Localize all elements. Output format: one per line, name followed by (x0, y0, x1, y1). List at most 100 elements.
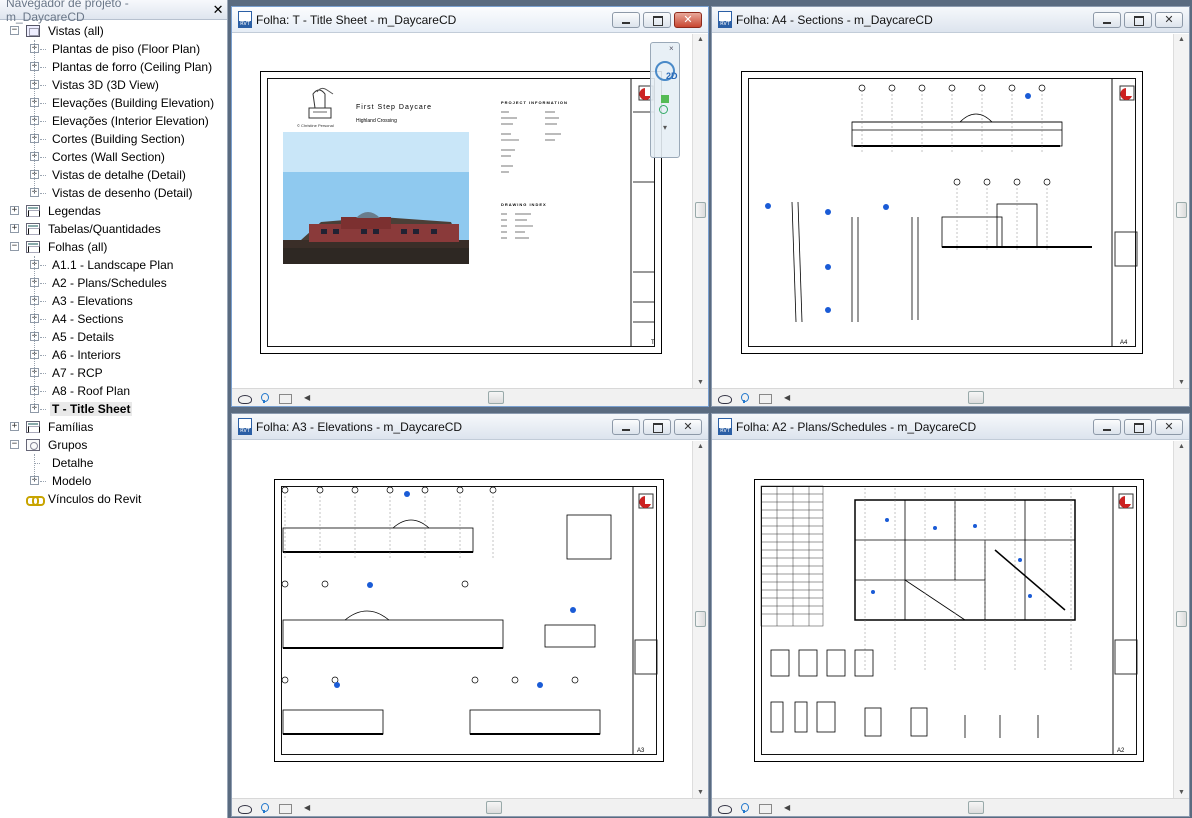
vertical-scroll-thumb[interactable] (695, 202, 706, 218)
collapse-icon[interactable]: − (10, 242, 19, 251)
sun-path-icon[interactable] (738, 802, 752, 814)
window-title: Folha: A2 - Plans/Schedules - m_DaycareC… (736, 419, 977, 434)
expand-icon[interactable]: + (10, 224, 19, 233)
tree-guide (40, 301, 46, 302)
tree-item-label: Vistas de detalhe (Detail) (52, 168, 186, 182)
window-title-bar[interactable]: Folha: A4 - Sections - m_DaycareCD (712, 7, 1189, 33)
zoom-icon[interactable] (659, 105, 668, 114)
view-control-bar: ◀ (232, 798, 708, 816)
project-tree: − Vistas (all) + Plantas de piso (Floor Pla… (0, 20, 227, 508)
scroll-up-icon[interactable]: ▲ (697, 443, 704, 450)
close-icon[interactable]: × (669, 45, 677, 53)
sheet-icon (26, 223, 40, 235)
scroll-left-icon[interactable]: ◀ (304, 803, 310, 812)
tree-item-label: Vínculos do Revit (48, 492, 142, 506)
scroll-left-icon[interactable]: ◀ (784, 393, 790, 402)
scroll-up-icon[interactable]: ▲ (1178, 443, 1185, 450)
horizontal-scroll-thumb[interactable] (486, 801, 502, 814)
vertical-scroll-thumb[interactable] (1176, 611, 1187, 627)
tree-item-label: A1.1 - Landscape Plan (52, 258, 174, 272)
sheet-canvas[interactable]: A4 (712, 34, 1173, 388)
minimize-button[interactable] (612, 418, 640, 435)
sheet-canvas[interactable]: © Christine Personal First Step Daycare … (232, 34, 692, 388)
visual-style-icon[interactable] (238, 802, 252, 814)
window-title-bar[interactable]: Folha: A3 - Elevations - m_DaycareCD (232, 414, 708, 440)
visual-style-icon[interactable] (238, 392, 252, 404)
maximize-button[interactable] (1124, 11, 1152, 28)
navigation-bar[interactable]: × 2D ▾ (650, 42, 680, 158)
tree-item[interactable]: + Legendas (0, 202, 227, 220)
title-sheet-graphics: © Christine Personal First Step Daycare … (283, 78, 655, 347)
crop-region-icon[interactable] (758, 802, 772, 814)
close-button[interactable] (674, 11, 702, 28)
sheet-window-title-sheet[interactable]: Folha: T - Title Sheet - m_DaycareCD © C… (231, 6, 709, 407)
sheet-number: A4 (1120, 340, 1128, 346)
tree-item[interactable]: − Folhas (all) (0, 238, 227, 256)
crop-region-icon[interactable] (278, 802, 292, 814)
scroll-down-icon[interactable]: ▼ (697, 379, 704, 386)
window-title-bar[interactable]: Folha: T - Title Sheet - m_DaycareCD (232, 7, 708, 33)
horizontal-scroll-thumb[interactable] (968, 391, 984, 404)
scroll-down-icon[interactable]: ▼ (697, 789, 704, 796)
window-title-bar[interactable]: Folha: A2 - Plans/Schedules - m_DaycareC… (712, 414, 1189, 440)
sheet-icon (26, 205, 40, 217)
scroll-left-icon[interactable]: ◀ (784, 803, 790, 812)
tree-guide (40, 103, 46, 104)
sun-path-icon[interactable] (738, 392, 752, 404)
tree-item-label: A3 - Elevations (52, 294, 133, 308)
sheet-window-a3-elevations[interactable]: Folha: A3 - Elevations - m_DaycareCD (231, 413, 709, 817)
group-icon (26, 439, 40, 451)
vertical-scrollbar[interactable]: ▲ ▼ (1173, 34, 1189, 388)
expand-icon[interactable]: + (10, 422, 19, 431)
sun-path-icon[interactable] (258, 392, 272, 404)
sheet-canvas[interactable]: A3 (232, 441, 692, 798)
vertical-scrollbar[interactable]: ▲ ▼ (1173, 441, 1189, 798)
tree-item[interactable]: − Grupos (0, 436, 227, 454)
scroll-left-icon[interactable]: ◀ (304, 393, 310, 402)
vertical-scrollbar[interactable]: ▲ ▼ (692, 441, 708, 798)
maximize-button[interactable] (643, 418, 671, 435)
vertical-scroll-thumb[interactable] (1176, 202, 1187, 218)
vertical-scroll-thumb[interactable] (695, 611, 706, 627)
crop-region-icon[interactable] (278, 392, 292, 404)
close-button[interactable] (1155, 418, 1183, 435)
sun-path-icon[interactable] (258, 802, 272, 814)
minimize-button[interactable] (612, 11, 640, 28)
close-icon[interactable]: ✕ (209, 2, 227, 18)
collapse-icon[interactable]: − (10, 26, 19, 35)
crop-region-icon[interactable] (758, 392, 772, 404)
visual-style-icon[interactable] (718, 802, 732, 814)
sheet-canvas[interactable]: A2 (712, 441, 1173, 798)
horizontal-scroll-thumb[interactable] (488, 391, 504, 404)
tree-item-label: Plantas de piso (Floor Plan) (52, 42, 201, 56)
maximize-button[interactable] (1124, 418, 1152, 435)
grid-lines (864, 488, 1072, 670)
tree-item-label: A8 - Roof Plan (52, 384, 131, 398)
sheet-window-a2-plans-schedules[interactable]: Folha: A2 - Plans/Schedules - m_DaycareC… (711, 413, 1190, 817)
tree-item[interactable]: + Tabelas/Quantidades (0, 220, 227, 238)
chevron-down-icon[interactable]: ▾ (663, 123, 667, 132)
horizontal-scroll-thumb[interactable] (968, 801, 984, 814)
collapse-icon[interactable]: − (10, 440, 19, 449)
sheet-number: T (651, 340, 655, 346)
tree-item[interactable]: − Vistas (all) (0, 22, 227, 40)
vertical-scrollbar[interactable]: ▲ ▼ (692, 34, 708, 388)
minimize-button[interactable] (1093, 11, 1121, 28)
maximize-button[interactable] (643, 11, 671, 28)
window-title: Folha: T - Title Sheet - m_DaycareCD (256, 12, 457, 27)
pan-icon[interactable] (661, 95, 669, 103)
scroll-up-icon[interactable]: ▲ (1178, 36, 1185, 43)
tree-item[interactable]: + Famílias (0, 418, 227, 436)
scroll-down-icon[interactable]: ▼ (1178, 379, 1185, 386)
visual-style-icon[interactable] (718, 392, 732, 404)
scroll-up-icon[interactable]: ▲ (697, 36, 704, 43)
expand-icon[interactable]: + (10, 206, 19, 215)
sheet-window-a4-sections[interactable]: Folha: A4 - Sections - m_DaycareCD (711, 6, 1190, 407)
tree-guide (40, 337, 46, 338)
tree-item[interactable]: Vínculos do Revit (0, 490, 227, 508)
close-button[interactable] (674, 418, 702, 435)
minimize-button[interactable] (1093, 418, 1121, 435)
scroll-down-icon[interactable]: ▼ (1178, 789, 1185, 796)
close-button[interactable] (1155, 11, 1183, 28)
elevation-markers (334, 491, 576, 688)
